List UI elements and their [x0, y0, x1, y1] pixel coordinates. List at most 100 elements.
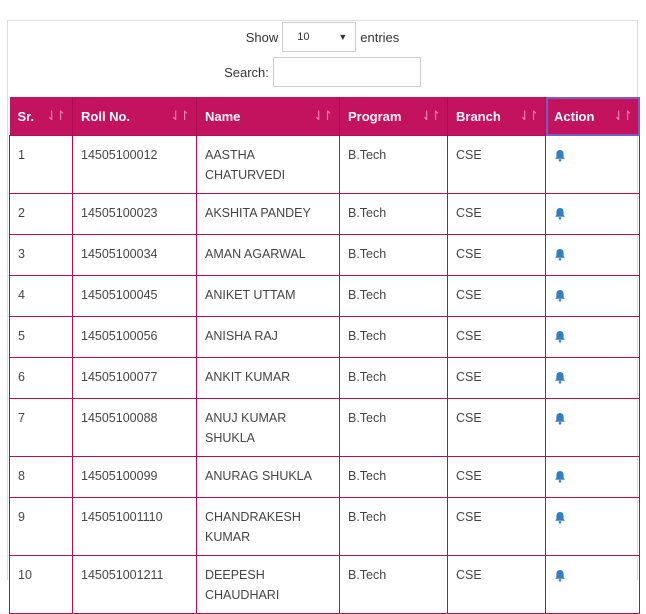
- cell-roll-no: 145051001110: [72, 497, 197, 556]
- cell-program: B.Tech: [339, 555, 448, 614]
- entries-select-value: 10: [297, 31, 310, 43]
- cell-roll-no: 14505100099: [72, 456, 197, 498]
- show-label: Show: [245, 29, 279, 45]
- table-row: 7 14505100088 ANUJ KUMAR SHUKLA B.Tech CSE: [9, 398, 640, 457]
- cell-name: ANUJ KUMAR SHUKLA: [196, 398, 340, 457]
- cell-action: [545, 497, 640, 556]
- column-header-label: Branch: [456, 108, 501, 124]
- cell-branch: CSE: [447, 456, 546, 498]
- bell-icon[interactable]: [554, 568, 566, 582]
- sort-icon: ⇃↾: [170, 108, 190, 123]
- cell-branch: CSE: [447, 275, 546, 317]
- cell-program: B.Tech: [339, 135, 448, 194]
- cell-program: B.Tech: [339, 398, 448, 457]
- table-row: 9 145051001110 CHANDRAKESH KUMAR B.Tech CSE: [9, 497, 640, 556]
- sort-icon: ⇃↾: [46, 108, 66, 123]
- entries-select[interactable]: 10 ▼: [282, 22, 357, 52]
- column-header-sr[interactable]: Sr. ⇃↾: [9, 97, 73, 136]
- column-header-roll-no[interactable]: Roll No. ⇃↾: [72, 97, 197, 136]
- cell-roll-no: 14505100056: [72, 316, 197, 358]
- cell-program: B.Tech: [339, 193, 448, 235]
- cell-program: B.Tech: [339, 316, 448, 358]
- cell-sr: 1: [9, 135, 73, 194]
- cell-sr: 7: [9, 398, 73, 457]
- cell-action: [545, 555, 640, 614]
- cell-action: [545, 193, 640, 235]
- cell-action: [545, 357, 640, 399]
- column-header-label: Name: [205, 108, 241, 124]
- cell-branch: CSE: [447, 357, 546, 399]
- cell-action: [545, 456, 640, 498]
- cell-name: CHANDRAKESH KUMAR: [196, 497, 340, 556]
- bell-icon[interactable]: [554, 148, 566, 162]
- column-header-action[interactable]: Action ⇃↾: [545, 97, 640, 136]
- table-row: 4 14505100045 ANIKET UTTAM B.Tech CSE: [9, 275, 640, 317]
- cell-roll-no: 14505100045: [72, 275, 197, 317]
- bell-icon[interactable]: [554, 206, 566, 220]
- search-control: Search:: [8, 57, 637, 87]
- column-header-label: Roll No.: [81, 108, 131, 124]
- cell-sr: 10: [9, 555, 73, 614]
- cell-branch: CSE: [447, 193, 546, 235]
- cell-roll-no: 14505100023: [72, 193, 197, 235]
- cell-sr: 5: [9, 316, 73, 358]
- bell-icon[interactable]: [554, 411, 566, 425]
- cell-roll-no: 14505100034: [72, 234, 197, 276]
- table-row: 5 14505100056 ANISHA RAJ B.Tech CSE: [9, 316, 640, 358]
- bell-icon[interactable]: [554, 247, 566, 261]
- cell-name: DEEPESH CHAUDHARI: [196, 555, 340, 614]
- sort-icon: ⇃↾: [421, 108, 441, 123]
- column-header-branch[interactable]: Branch ⇃↾: [447, 97, 546, 136]
- cell-program: B.Tech: [339, 234, 448, 276]
- column-header-program[interactable]: Program ⇃↾: [339, 97, 448, 136]
- table-row: 1 14505100012 AASTHA CHATURVEDI B.Tech CSE: [9, 135, 640, 194]
- cell-branch: CSE: [447, 234, 546, 276]
- dropdown-arrow-icon: ▼: [338, 32, 348, 42]
- column-header-label: Action: [554, 108, 595, 124]
- cell-program: B.Tech: [339, 275, 448, 317]
- students-table: Sr. ⇃↾ Roll No. ⇃↾ Name ⇃↾ Program ⇃↾ Branch…: [9, 97, 640, 614]
- entries-length-control: Show 10 ▼ entries: [8, 21, 637, 53]
- cell-branch: CSE: [447, 497, 546, 556]
- table-row: 8 14505100099 ANURAG SHUKLA B.Tech CSE: [9, 456, 640, 498]
- cell-program: B.Tech: [339, 456, 448, 498]
- cell-name: AKSHITA PANDEY: [196, 193, 340, 235]
- cell-action: [545, 275, 640, 317]
- cell-roll-no: 145051001211: [72, 555, 197, 614]
- cell-sr: 2: [9, 193, 73, 235]
- column-header-label: Sr.: [17, 108, 35, 124]
- sort-icon: ⇃↾: [313, 108, 333, 123]
- cell-name: AMAN AGARWAL: [196, 234, 340, 276]
- cell-name: ANKIT KUMAR: [196, 357, 340, 399]
- cell-roll-no: 14505100077: [72, 357, 197, 399]
- cell-name: ANISHA RAJ: [196, 316, 340, 358]
- cell-branch: CSE: [447, 135, 546, 194]
- table-row: 10 145051001211 DEEPESH CHAUDHARI B.Tech CSE: [9, 555, 640, 614]
- bell-icon[interactable]: [554, 329, 566, 343]
- cell-program: B.Tech: [339, 357, 448, 399]
- entries-label: entries: [360, 29, 400, 45]
- cell-roll-no: 14505100088: [72, 398, 197, 457]
- cell-sr: 3: [9, 234, 73, 276]
- table-row: 3 14505100034 AMAN AGARWAL B.Tech CSE: [9, 234, 640, 276]
- table-header-row: Sr. ⇃↾ Roll No. ⇃↾ Name ⇃↾ Program ⇃↾ Branch…: [9, 97, 640, 136]
- cell-sr: 4: [9, 275, 73, 317]
- column-header-label: Program: [348, 108, 402, 124]
- cell-roll-no: 14505100012: [72, 135, 197, 194]
- cell-name: ANIKET UTTAM: [196, 275, 340, 317]
- cell-name: ANURAG SHUKLA: [196, 456, 340, 498]
- sort-icon: ⇃↾: [519, 108, 539, 123]
- search-label: Search:: [224, 64, 269, 80]
- bell-icon[interactable]: [554, 469, 566, 483]
- bell-icon[interactable]: [554, 288, 566, 302]
- bell-icon[interactable]: [554, 370, 566, 384]
- search-input[interactable]: [272, 57, 421, 87]
- table-row: 6 14505100077 ANKIT KUMAR B.Tech CSE: [9, 357, 640, 399]
- cell-action: [545, 135, 640, 194]
- bell-icon[interactable]: [554, 510, 566, 524]
- cell-action: [545, 234, 640, 276]
- cell-action: [545, 316, 640, 358]
- column-header-name[interactable]: Name ⇃↾: [196, 97, 340, 136]
- cell-sr: 8: [9, 456, 73, 498]
- table-controls: Show 10 ▼ entries Search:: [8, 21, 637, 97]
